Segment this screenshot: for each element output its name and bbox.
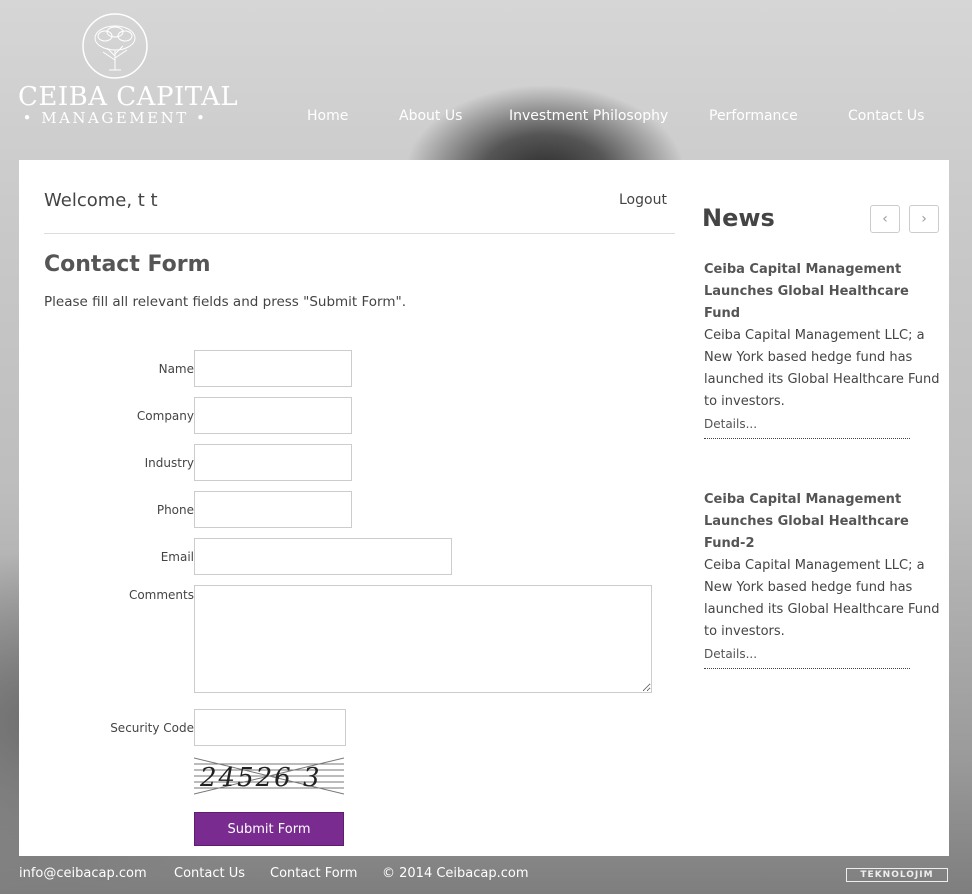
- nav-investment-philosophy[interactable]: Investment Philosophy: [509, 108, 668, 124]
- nav-about-us[interactable]: About Us: [399, 108, 462, 124]
- page-title: Contact Form: [44, 252, 211, 277]
- captcha-text: 24526 3: [199, 763, 322, 793]
- news-divider: [704, 437, 910, 439]
- security-code-input[interactable]: [194, 709, 346, 746]
- footer-email-link[interactable]: info@ceibacap.com: [19, 866, 147, 881]
- name-label: Name: [158, 362, 194, 376]
- chevron-right-icon: ›: [921, 211, 927, 227]
- security-code-label: Security Code: [110, 721, 194, 735]
- footer-contact-us-link[interactable]: Contact Us: [174, 866, 245, 881]
- form-instructions: Please fill all relevant fields and pres…: [44, 294, 407, 310]
- company-input[interactable]: [194, 397, 352, 434]
- footer: info@ceibacap.com Contact Us Contact For…: [0, 866, 972, 886]
- industry-label: Industry: [144, 456, 194, 470]
- teknolojim-badge[interactable]: TEKNOLOJIM: [846, 868, 948, 882]
- news-item: Ceiba Capital Management Launches Global…: [704, 489, 940, 669]
- logout-link[interactable]: Logout: [619, 192, 667, 208]
- nav-contact-us[interactable]: Contact Us: [848, 108, 924, 124]
- content-panel: Welcome, t t Logout Contact Form Please …: [19, 160, 949, 856]
- chevron-left-icon: ‹: [882, 211, 888, 227]
- news-body: Ceiba Capital Management LLC; a New York…: [704, 328, 940, 409]
- main-nav: Home About Us Investment Philosophy Perf…: [0, 108, 972, 130]
- news-details-link[interactable]: Details...: [704, 417, 940, 431]
- news-headline[interactable]: Ceiba Capital Management Launches Global…: [704, 489, 940, 555]
- comments-textarea[interactable]: [194, 585, 652, 693]
- company-label: Company: [136, 409, 194, 423]
- news-divider: [704, 667, 910, 669]
- phone-input[interactable]: [194, 491, 352, 528]
- name-input[interactable]: [194, 350, 352, 387]
- news-headline[interactable]: Ceiba Capital Management Launches Global…: [704, 259, 940, 325]
- news-next-button[interactable]: ›: [909, 205, 939, 233]
- news-title: News: [702, 204, 775, 232]
- submit-form-button[interactable]: Submit Form: [194, 812, 344, 846]
- industry-input[interactable]: [194, 444, 352, 481]
- tree-icon: [82, 13, 148, 79]
- divider: [44, 233, 675, 234]
- footer-contact-form-link[interactable]: Contact Form: [270, 866, 357, 881]
- news-body: Ceiba Capital Management LLC; a New York…: [704, 558, 940, 639]
- footer-copyright: © 2014 Ceibacap.com: [382, 866, 529, 881]
- news-details-link[interactable]: Details...: [704, 647, 940, 661]
- news-prev-button[interactable]: ‹: [870, 205, 900, 233]
- email-input[interactable]: [194, 538, 452, 575]
- nav-performance[interactable]: Performance: [709, 108, 798, 124]
- brand-name: CEIBA CAPITAL: [18, 82, 239, 112]
- captcha-image: 24526 3: [194, 756, 344, 796]
- welcome-text: Welcome, t t: [44, 190, 158, 211]
- phone-label: Phone: [156, 503, 194, 517]
- comments-label: Comments: [128, 588, 194, 602]
- email-label: Email: [160, 550, 194, 564]
- nav-home[interactable]: Home: [307, 108, 348, 124]
- news-item: Ceiba Capital Management Launches Global…: [704, 259, 940, 439]
